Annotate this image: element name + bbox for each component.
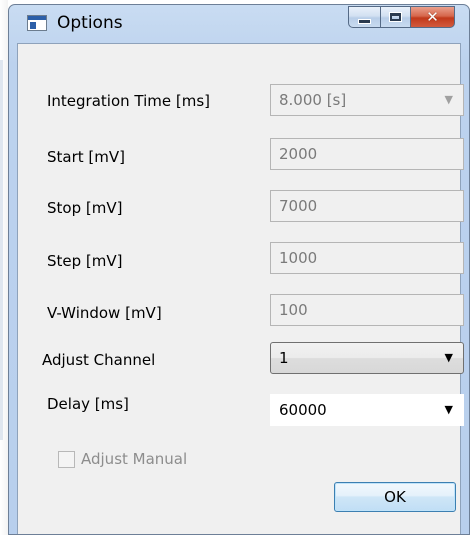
adjust-manual-label: Adjust Manual bbox=[81, 450, 188, 468]
v-window-field: 100 bbox=[270, 294, 464, 326]
background-window-strip bbox=[0, 60, 3, 440]
close-icon: ✕ bbox=[426, 7, 439, 26]
delay-label: Delay [ms] bbox=[47, 395, 129, 413]
adjust-channel-value: 1 bbox=[279, 349, 289, 367]
start-field: 2000 bbox=[270, 138, 464, 170]
step-label: Step [mV] bbox=[47, 252, 123, 270]
window-title: Options bbox=[57, 13, 123, 33]
integration-time-select: 8.000 [s] ▼ bbox=[270, 84, 464, 116]
window-app-icon bbox=[27, 15, 47, 31]
caption-buttons: ✕ bbox=[348, 6, 455, 28]
integration-time-label: Integration Time [ms] bbox=[47, 92, 211, 110]
stop-label: Stop [mV] bbox=[47, 199, 123, 217]
ok-button[interactable]: OK bbox=[334, 482, 456, 512]
step-field: 1000 bbox=[270, 242, 464, 274]
maximize-icon bbox=[389, 12, 402, 22]
background-window-edge bbox=[0, 0, 8, 535]
adjust-manual-checkbox bbox=[58, 450, 75, 468]
adjust-manual-option: Adjust Manual bbox=[58, 450, 187, 468]
adjust-channel-label: Adjust Channel bbox=[42, 351, 156, 369]
chevron-down-icon: ▼ bbox=[444, 403, 453, 416]
adjust-channel-select[interactable]: 1 ▼ bbox=[270, 342, 464, 374]
chevron-down-icon: ▼ bbox=[444, 351, 453, 364]
close-button[interactable]: ✕ bbox=[411, 6, 455, 28]
chevron-down-icon: ▼ bbox=[444, 93, 453, 106]
options-dialog: Options ✕ Integration Time [ms] 8.000 [s… bbox=[8, 4, 470, 535]
minimize-icon bbox=[358, 18, 371, 24]
integration-time-value: 8.000 [s] bbox=[279, 91, 347, 109]
minimize-button[interactable] bbox=[348, 6, 381, 28]
delay-select[interactable]: 60000 ▼ bbox=[270, 394, 464, 426]
delay-value: 60000 bbox=[279, 401, 327, 419]
start-label: Start [mV] bbox=[47, 148, 125, 166]
stop-field: 7000 bbox=[270, 190, 464, 222]
dialog-body: Integration Time [ms] 8.000 [s] ▼ Start … bbox=[17, 43, 464, 534]
v-window-label: V-Window [mV] bbox=[47, 304, 162, 322]
maximize-button[interactable] bbox=[381, 6, 411, 28]
title-bar[interactable]: Options ✕ bbox=[9, 5, 469, 43]
